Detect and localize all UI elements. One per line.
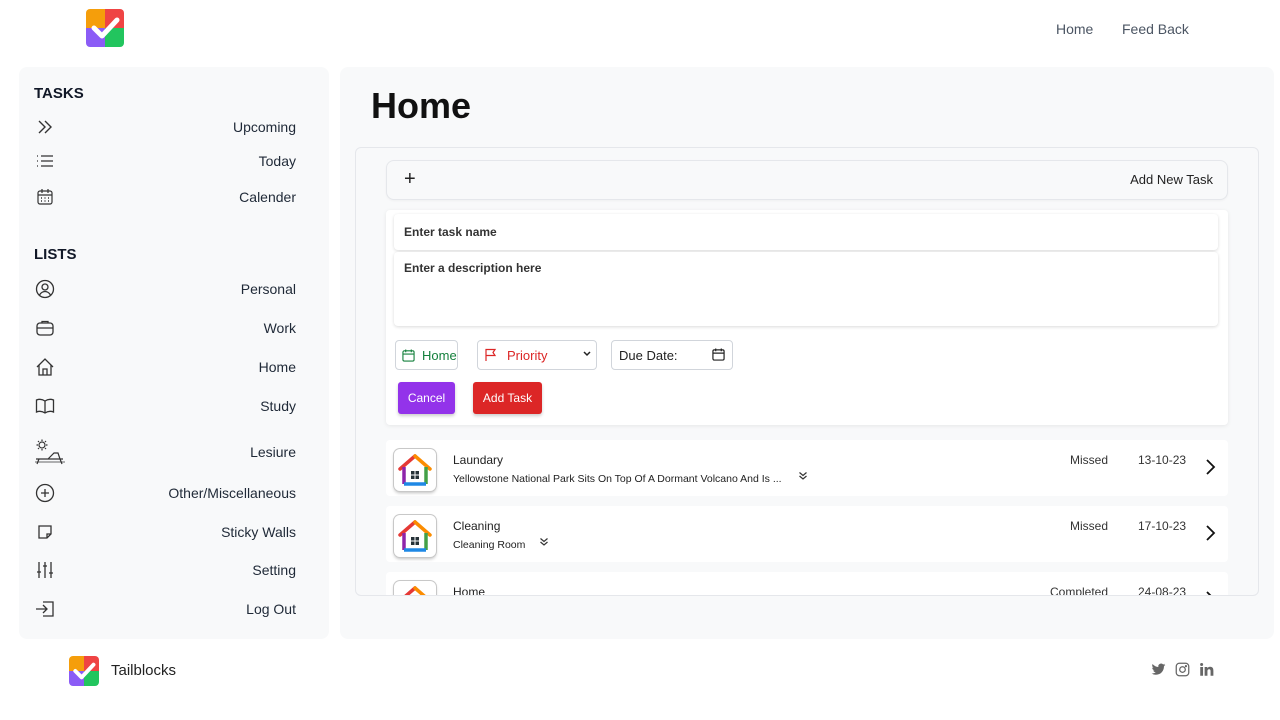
sidebar-item-upcoming[interactable]: Upcoming (34, 112, 296, 142)
task-title: Home (453, 585, 486, 596)
task-name-input[interactable] (394, 214, 1218, 250)
chevron-down-icon (583, 351, 591, 357)
task-row[interactable]: Cleaning Cleaning Room Missed 17-10-23 (386, 506, 1228, 562)
task-status: Completed (1050, 585, 1109, 596)
cancel-button[interactable]: Cancel (398, 382, 455, 414)
sidebar-item-label: Calender (239, 189, 296, 205)
add-new-task-label: Add New Task (1130, 172, 1213, 187)
sunbed-icon (34, 439, 66, 465)
user-circle-icon (34, 278, 56, 300)
lists-heading: LISTS (34, 246, 77, 263)
sidebar-item-label: Today (258, 153, 296, 169)
sidebar-item-home[interactable]: Home (34, 352, 296, 382)
double-chevron-down-icon[interactable] (798, 468, 810, 480)
instagram-icon[interactable] (1175, 662, 1191, 678)
chevron-right-icon[interactable] (1204, 590, 1218, 595)
task-status: Missed (1070, 519, 1109, 533)
calendar-icon (34, 186, 56, 208)
sidebar-item-today[interactable]: Today (34, 146, 296, 176)
chevron-right-icon[interactable] (1204, 458, 1218, 478)
priority-label: Priority (507, 347, 548, 363)
house-icon (394, 515, 436, 557)
house-icon (394, 449, 436, 491)
plus-icon: + (404, 168, 416, 190)
sidebar-item-label: Work (263, 320, 296, 336)
linkedin-icon[interactable] (1199, 662, 1215, 678)
task-date: 13-10-23 (1138, 453, 1187, 467)
sliders-icon (34, 559, 56, 581)
sidebar-item-lesiure[interactable]: Lesiure (34, 437, 296, 467)
list-select-chip[interactable]: Home (395, 340, 458, 370)
sidebar-item-calender[interactable]: Calender (34, 182, 296, 212)
task-row[interactable]: Home Completed 24-08-23 (386, 572, 1228, 596)
footer-brand: Tailblocks (111, 662, 177, 679)
plus-circle-icon (34, 482, 56, 504)
task-title: Cleaning (453, 519, 501, 533)
sidebar-item-label: Home (258, 359, 296, 375)
calendar-icon (402, 348, 415, 362)
sidebar-item-personal[interactable]: Personal (34, 274, 296, 304)
list-icon (34, 150, 56, 172)
task-date: 24-08-23 (1138, 585, 1187, 596)
task-status: Missed (1070, 453, 1109, 467)
priority-select[interactable]: Priority (477, 340, 597, 370)
task-description-input[interactable] (394, 252, 1218, 326)
sidebar-item-label: Study (260, 398, 296, 414)
sidebar-item-label: Lesiure (250, 444, 296, 460)
add-task-button[interactable]: Add Task (473, 382, 542, 414)
task-description: Yellowstone National Park Sits On Top Of… (453, 473, 782, 485)
due-date-label: Due Date: (619, 347, 678, 363)
logout-icon (34, 598, 56, 620)
app-logo[interactable] (86, 9, 124, 47)
sticky-note-icon (34, 521, 56, 543)
double-chevron-down-icon[interactable] (539, 534, 551, 546)
sidebar-item-label: Personal (240, 281, 296, 297)
footer-logo[interactable] (69, 656, 99, 686)
twitter-icon[interactable] (1151, 662, 1167, 678)
nav-feedback-link[interactable]: Feed Back (1122, 21, 1189, 37)
sidebar-item-logout[interactable]: Log Out (34, 594, 296, 624)
main-panel: Home + Add New Task Home Priority (340, 67, 1274, 639)
calendar-icon (712, 348, 725, 361)
sidebar-item-label: Setting (252, 562, 296, 578)
task-description: Cleaning Room (453, 539, 526, 551)
book-icon (34, 395, 56, 417)
nav-home-link[interactable]: Home (1056, 21, 1093, 37)
task-panel: + Add New Task Home Priority (355, 147, 1259, 596)
task-row[interactable]: Laundary Yellowstone National Park Sits … (386, 440, 1228, 496)
sidebar-item-sticky-walls[interactable]: Sticky Walls (34, 517, 296, 547)
double-chevron-right-icon (34, 116, 56, 138)
task-title: Laundary (453, 453, 504, 467)
sidebar-item-label: Log Out (246, 601, 296, 617)
sidebar-item-study[interactable]: Study (34, 391, 296, 421)
briefcase-icon (34, 317, 56, 339)
add-new-task-bar[interactable]: + Add New Task (386, 160, 1228, 200)
house-icon (394, 581, 436, 595)
tasks-heading: TASKS (34, 85, 84, 102)
sidebar-item-label: Other/Miscellaneous (168, 485, 296, 501)
sidebar: TASKS Upcoming Today Calender LISTS Pers… (19, 67, 329, 639)
task-date: 17-10-23 (1138, 519, 1187, 533)
new-task-form: Home Priority Due Date: Cancel Add Task (386, 210, 1228, 425)
flag-icon (484, 348, 498, 362)
sidebar-item-setting[interactable]: Setting (34, 555, 296, 585)
sidebar-item-other[interactable]: Other/Miscellaneous (34, 478, 296, 508)
chevron-right-icon[interactable] (1204, 524, 1218, 544)
page-title: Home (371, 85, 472, 126)
due-date-input[interactable]: Due Date: (611, 340, 733, 370)
sidebar-item-label: Upcoming (232, 119, 296, 135)
sidebar-item-work[interactable]: Work (34, 313, 296, 343)
list-chip-label: Home (422, 347, 457, 363)
house-icon (34, 356, 56, 378)
sidebar-item-label: Sticky Walls (221, 524, 296, 540)
